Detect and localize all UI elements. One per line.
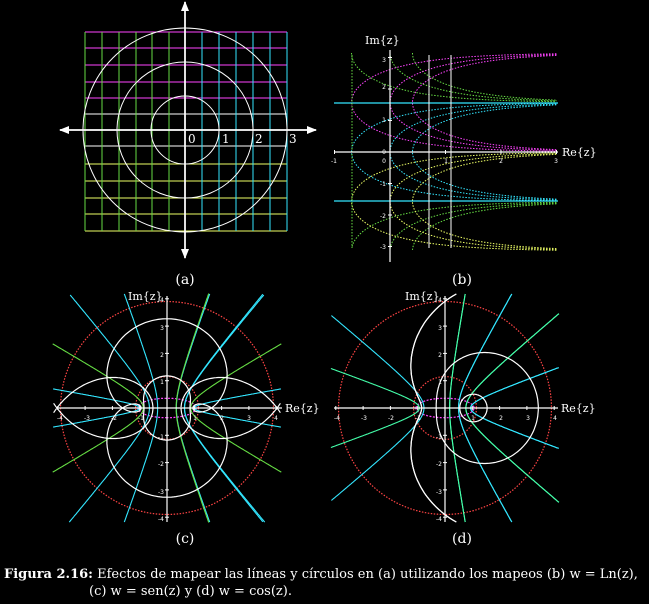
- panel-b-x-axis-label: Re{z}: [562, 146, 597, 159]
- panel-d-y-tick-1: 1: [438, 379, 442, 386]
- panel-d-x-tick-neg4: -4: [334, 415, 340, 422]
- panel-b-x-tick-2: 2: [499, 158, 503, 165]
- panel-b-x-tick-1: 1: [444, 158, 448, 165]
- panel-c-y-tick-neg2: -2: [158, 461, 164, 468]
- panel-c-x-tick-neg4: -4: [57, 415, 63, 422]
- panel-b-image-of-vertical-line: [412, 203, 557, 250]
- caption-line-1: Efectos de mapear las líneas y círculos …: [97, 567, 638, 582]
- panel-d-x-tick-neg3: -3: [361, 415, 367, 422]
- panel-d-cosine-map: Im{z} Re{z} -4 -3 -2 -1 1 2 3 4 4 3 2 1 …: [330, 290, 596, 547]
- panel-d-y-axis-label: Im{z}: [405, 290, 440, 303]
- panel-b-y-axis-label: Im{z}: [365, 34, 400, 47]
- panel-d-x-tick-neg1: -1: [415, 415, 421, 422]
- panel-b-y-tick-0: 0: [382, 149, 386, 156]
- panel-b-x-tick-neg1: -1: [331, 158, 337, 165]
- panel-c-sine-map: Im{z} Re{z} -4 -3 -2 -1 1 2 3 4 4 3 2 1 …: [52, 290, 320, 547]
- panel-a-tick-3: 3: [289, 132, 297, 146]
- panel-a-tick-2: 2: [255, 132, 263, 146]
- panel-c-x-tick-4: 4: [274, 415, 278, 422]
- panel-c-y-tick-neg1: -1: [158, 434, 164, 441]
- panel-a-tick-1: 1: [222, 132, 230, 146]
- figure-caption: Figura 2.16: Efectos de mapear las línea…: [4, 566, 649, 600]
- panel-d-x-tick-1: 1: [471, 415, 475, 422]
- panel-a-grid-circles: 0 1 2 3 (a): [59, 1, 317, 288]
- panel-d-image-circle: [410, 293, 457, 408]
- panel-b-label: (b): [452, 272, 472, 288]
- panel-d-y-tick-2: 2: [438, 352, 442, 359]
- panel-c-x-tick-3: 3: [247, 415, 251, 422]
- panel-d-label: (d): [452, 531, 472, 547]
- panel-d-y-tick-neg1: -1: [436, 434, 442, 441]
- panel-b-y-tick-3: 3: [382, 57, 386, 64]
- panel-c-y-axis-label: Im{z}: [128, 290, 163, 303]
- panel-c-y-tick-4: 4: [160, 297, 164, 304]
- panel-c-x-tick-neg3: -3: [84, 415, 90, 422]
- panel-d-y-tick-3: 3: [438, 325, 442, 332]
- panel-c-y-tick-2: 2: [160, 352, 164, 359]
- panel-b-y-tick-neg1: -1: [380, 181, 386, 188]
- panel-c-label: (c): [176, 531, 195, 547]
- panel-a-tick-0: 0: [188, 132, 196, 146]
- panel-b-image-of-vertical-line: [389, 202, 557, 250]
- panel-b-y-tick-2: 2: [382, 84, 386, 91]
- caption-line-2: (c) w = sen(z) y (d) w = cos(z).: [89, 584, 292, 599]
- panel-b-y-tick-1: 1: [382, 117, 386, 124]
- panel-d-x-axis-label: Re{z}: [561, 402, 596, 415]
- panel-d-x-tick-neg2: -2: [388, 415, 394, 422]
- caption-heading: Figura 2.16:: [4, 567, 93, 582]
- panel-c-x-tick-1: 1: [193, 415, 197, 422]
- panel-b-y-tick-neg3: -3: [380, 244, 386, 251]
- panel-b-log-map: Im{z} Re{z} -1 0 1 2 3 3 2 1 0 -1 -2 -3 …: [331, 34, 597, 288]
- panel-d-x-tick-3: 3: [526, 415, 530, 422]
- panel-d-y-tick-neg4: -4: [436, 516, 442, 523]
- panel-a-label: (a): [175, 272, 194, 288]
- panel-d-y-tick-neg3: -3: [436, 489, 442, 496]
- panel-b-x-tick-0: 0: [382, 158, 386, 165]
- panel-d-x-tick-4: 4: [553, 415, 557, 422]
- panel-d-y-tick-neg2: -2: [436, 461, 442, 468]
- panel-d-y-tick-4: 4: [438, 297, 442, 304]
- panel-c-x-tick-neg2: -2: [111, 415, 117, 422]
- panel-b-y-tick-neg2: -2: [380, 213, 386, 220]
- panel-c-y-tick-neg4: -4: [158, 516, 164, 523]
- panel-c-x-tick-neg1: -1: [138, 415, 144, 422]
- panel-c-x-axis-label: Re{z}: [285, 402, 320, 415]
- panel-c-x-tick-2: 2: [220, 415, 224, 422]
- panel-b-image-of-vertical-line: [412, 53, 557, 101]
- panel-c-y-tick-neg3: -3: [158, 489, 164, 496]
- panel-b-x-tick-3: 3: [554, 158, 558, 165]
- panel-c-y-tick-3: 3: [160, 325, 164, 332]
- panel-d-x-tick-2: 2: [499, 415, 503, 422]
- panel-c-y-tick-1: 1: [160, 379, 164, 386]
- figure-canvas: 0 1 2 3 (a) Im{z} Re{z} -1 0 1 2 3 3 2 1…: [52, 1, 597, 547]
